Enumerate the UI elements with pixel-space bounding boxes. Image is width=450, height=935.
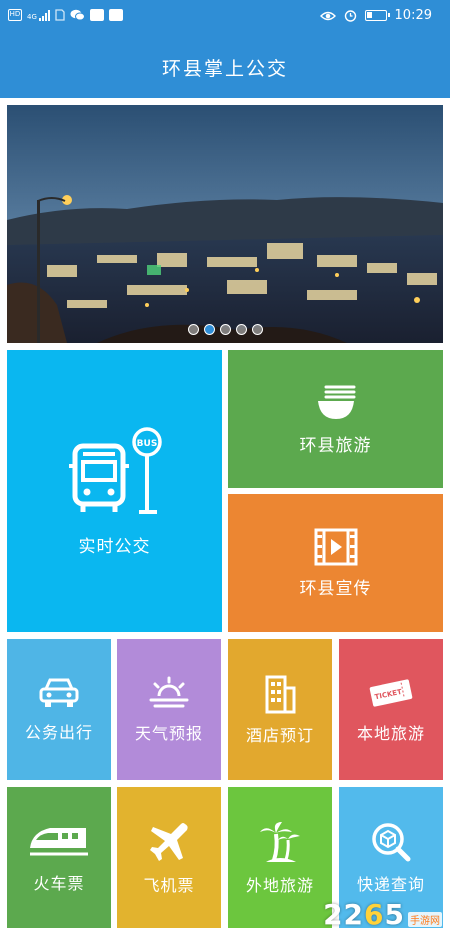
tile-realtime-bus[interactable]: BUS 实时公交: [7, 350, 222, 632]
palm-tree-icon: [260, 821, 300, 862]
tile-label: 环县旅游: [299, 435, 372, 456]
bus-sign-text: BUS: [136, 439, 157, 449]
tile-train[interactable]: 火车票: [7, 787, 111, 928]
watermark-site: 手游网: [408, 912, 442, 927]
watermark-logo: 2265 手游网: [323, 898, 442, 931]
sun-cloud-icon: [149, 676, 189, 707]
tile-hotel[interactable]: 酒店预订: [228, 639, 332, 780]
ticket-icon: TICKET: [369, 678, 413, 707]
alarm-icon: [344, 10, 356, 22]
bus-stop-icon: BUS: [68, 426, 162, 514]
battery-icon: [364, 10, 390, 21]
carousel-dot[interactable]: [235, 324, 247, 335]
carousel-dot-active[interactable]: [203, 324, 215, 335]
sim-icon: [55, 9, 65, 21]
signal-4g-icon: 4G: [27, 9, 50, 21]
watermark-number: 2265: [323, 898, 405, 931]
banner-image: [7, 105, 443, 343]
app-icon: [89, 9, 104, 21]
tile-promo[interactable]: 环县宣传: [228, 494, 443, 632]
carousel-dot[interactable]: [219, 324, 231, 335]
app-header: 环县掌上公交: [0, 34, 450, 98]
tile-flight[interactable]: 飞机票: [117, 787, 221, 928]
tile-official-travel[interactable]: 公务出行: [7, 639, 111, 780]
tile-label: 快递查询: [356, 874, 425, 894]
tile-tourism[interactable]: 环县旅游: [228, 350, 443, 488]
bowl-icon: [317, 385, 355, 419]
hd-icon: HD: [8, 9, 22, 21]
car-icon: [39, 678, 79, 707]
carousel-indicator: [7, 324, 443, 335]
eye-icon: [319, 11, 336, 20]
tile-label: 环县宣传: [299, 578, 372, 599]
tile-outbound-tour[interactable]: 外地旅游: [228, 787, 332, 928]
carousel-dot[interactable]: [251, 324, 263, 335]
tile-label: 本地旅游: [356, 723, 425, 743]
tile-label: 天气预报: [134, 723, 203, 743]
film-play-icon: [314, 528, 357, 565]
wechat-icon: [70, 9, 85, 21]
carousel-dot[interactable]: [187, 324, 199, 335]
tile-label: 酒店预订: [245, 725, 314, 745]
tile-local-tour[interactable]: TICKET 本地旅游: [339, 639, 443, 780]
clock-time: 10:29: [394, 8, 432, 23]
status-bar: HD 4G 10:29: [0, 0, 450, 34]
airplane-icon: [150, 822, 188, 861]
building-icon: [265, 675, 296, 713]
package-search-icon: [372, 822, 411, 861]
banner-carousel[interactable]: [7, 105, 443, 343]
tile-label: 实时公交: [78, 536, 151, 557]
tile-label: 火车票: [33, 873, 85, 893]
tile-label: 飞机票: [143, 875, 195, 895]
page-title: 环县掌上公交: [161, 58, 288, 80]
tile-label: 公务出行: [24, 722, 93, 742]
gallery-icon: [108, 9, 123, 21]
tile-weather[interactable]: 天气预报: [117, 639, 221, 780]
tile-label: 外地旅游: [245, 875, 314, 895]
train-icon: [30, 827, 88, 855]
